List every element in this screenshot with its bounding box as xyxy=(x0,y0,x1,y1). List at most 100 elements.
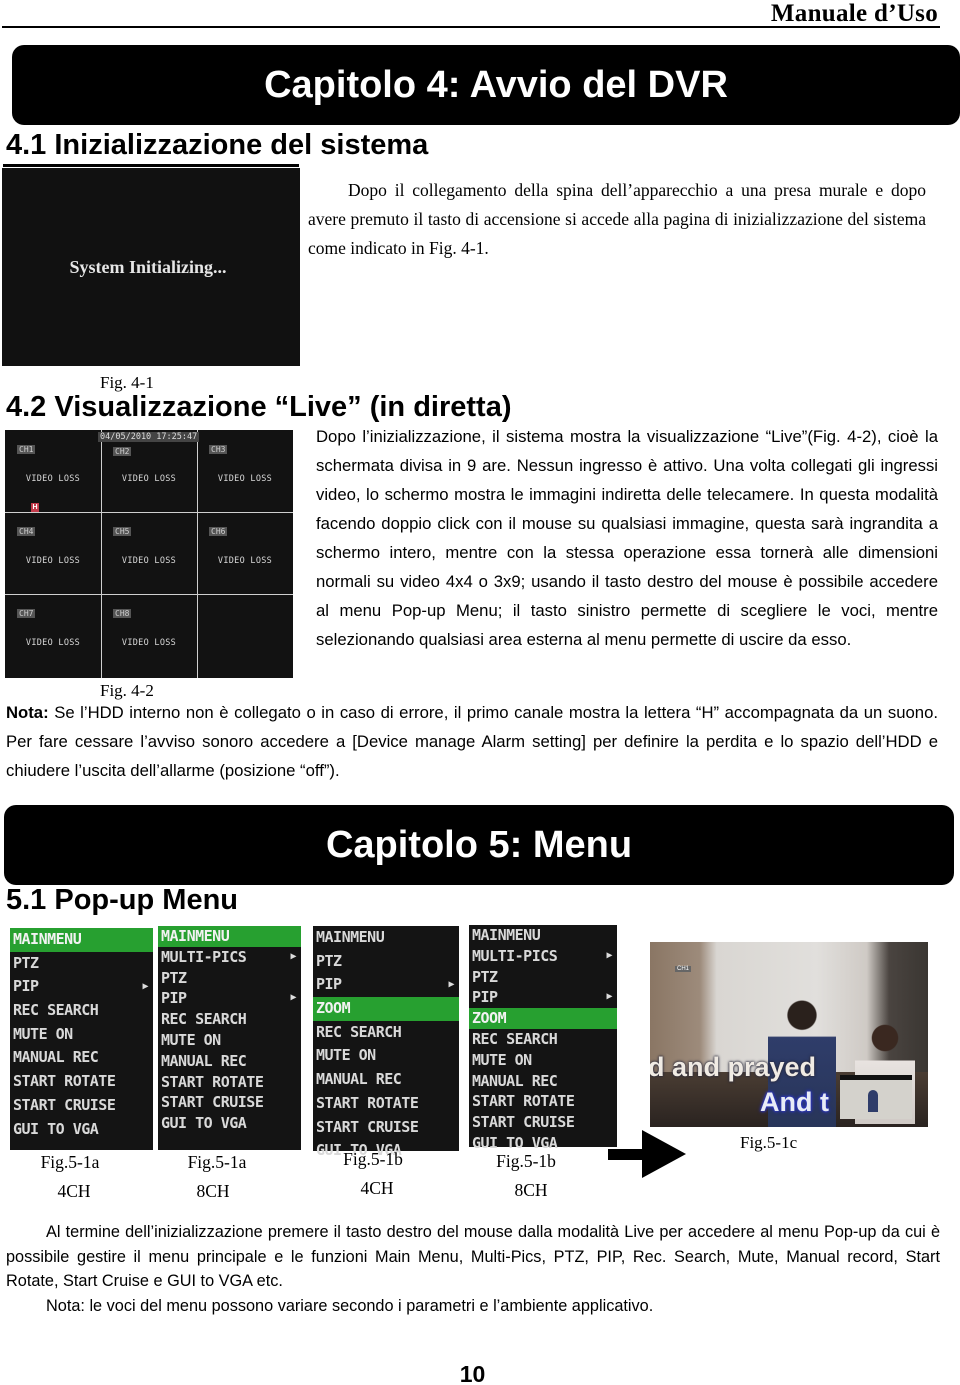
menu-item-label: MULTI-PICS xyxy=(161,947,247,966)
zoom-preview-window xyxy=(840,1075,912,1119)
channel-label: CH2 xyxy=(113,447,132,456)
menu-item[interactable]: START CRUISE xyxy=(313,1116,459,1140)
menu-item[interactable]: START CRUISE xyxy=(469,1112,617,1133)
menu-item-label: MANUAL REC xyxy=(316,1070,402,1089)
menu-item[interactable]: START ROTATE xyxy=(158,1072,301,1093)
menu-item[interactable]: PIP ▶ xyxy=(469,987,617,1008)
menu-item-label: REC SEARCH xyxy=(13,1001,99,1020)
menu-item[interactable]: START ROTATE xyxy=(10,1070,153,1094)
menu-item[interactable]: PTZ xyxy=(313,950,459,974)
right-arrow-icon xyxy=(608,1130,686,1178)
menu-item[interactable]: PTZ xyxy=(158,968,301,989)
menu-item[interactable]: GUI TO VGA xyxy=(158,1113,301,1134)
menu-item-label: START CRUISE xyxy=(472,1113,575,1132)
note-label: Nota: xyxy=(6,703,49,722)
menu-item-label: PIP xyxy=(472,988,498,1007)
figure-caption: Fig.5-1b xyxy=(496,1151,556,1171)
menu-item-label: ZOOM xyxy=(316,999,351,1018)
video-subtitle: d and prayed xyxy=(650,1052,817,1082)
menu-item[interactable]: ZOOM xyxy=(313,997,459,1021)
menu-item[interactable]: PIP ▶ xyxy=(313,973,459,997)
menu-item-label: PIP xyxy=(13,977,39,996)
menu-item-label: START ROTATE xyxy=(472,1092,575,1111)
menu-item[interactable]: PIP ▶ xyxy=(10,975,153,999)
menu-item[interactable]: MUTE ON xyxy=(469,1050,617,1071)
menu-item-label: PIP xyxy=(316,975,342,994)
menu-item[interactable]: MUTE ON xyxy=(10,1023,153,1047)
menu-item[interactable]: MULTI-PICS ▶ xyxy=(158,947,301,968)
menu-item[interactable]: MAINMENU xyxy=(158,926,301,947)
menu-item-label: START CRUISE xyxy=(13,1095,116,1114)
section-4-1-paragraph: Dopo il collegamento della spina dell’ap… xyxy=(308,180,926,258)
menu-item[interactable]: GUI TO VGA xyxy=(10,1118,153,1142)
menu-item-label: START ROTATE xyxy=(161,1072,264,1091)
channel-count-caption: 8CH xyxy=(196,1181,230,1201)
menu-item[interactable]: REC SEARCH xyxy=(158,1009,301,1030)
menu-item[interactable]: MANUAL REC xyxy=(469,1071,617,1092)
menu-item[interactable]: MANUAL REC xyxy=(10,1046,153,1070)
channel-label: CH8 xyxy=(113,609,132,618)
menu-item[interactable]: PIP ▶ xyxy=(158,988,301,1009)
channel-cell[interactable]: CH8 VIDEO LOSS xyxy=(101,594,197,676)
channel-cell[interactable]: CH3 VIDEO LOSS xyxy=(197,430,293,512)
menu-item[interactable]: MANUAL REC xyxy=(313,1068,459,1092)
channel-label: CH5 xyxy=(113,527,132,536)
popup-menu-description: Al termine dell’inizializzazione premere… xyxy=(6,1223,940,1290)
channel-tag: CH1 xyxy=(675,966,692,972)
channel-label: CH1 xyxy=(17,445,36,454)
system-initializing-text: System Initializing... xyxy=(69,256,227,277)
video-loss-status: VIDEO LOSS xyxy=(217,556,273,566)
menu-item-label: PTZ xyxy=(13,953,39,972)
channel-label: CH3 xyxy=(209,445,228,454)
chapter-5-banner: Capitolo 5: Menu xyxy=(4,805,954,885)
menu-item[interactable]: START CRUISE xyxy=(10,1094,153,1118)
menu-item[interactable]: REC SEARCH xyxy=(10,999,153,1023)
menu-item[interactable]: MAINMENU xyxy=(313,926,459,950)
menu-item[interactable]: MUTE ON xyxy=(158,1030,301,1051)
menu-item-label: PTZ xyxy=(161,968,187,987)
channel-cell[interactable]: CH5 VIDEO LOSS xyxy=(101,512,197,594)
empty-channel-cell[interactable] xyxy=(197,594,293,676)
channel-cell[interactable]: CH4 VIDEO LOSS xyxy=(5,512,101,594)
menu-item-label: REC SEARCH xyxy=(316,1022,402,1041)
menu-item[interactable]: PTZ xyxy=(469,967,617,988)
menu-item-label: MAINMENU xyxy=(13,930,82,948)
submenu-arrow-icon: ▶ xyxy=(606,991,612,1003)
menu-item[interactable]: REC SEARCH xyxy=(469,1029,617,1050)
menu-item-label: REC SEARCH xyxy=(472,1029,558,1048)
menu-item[interactable]: START ROTATE xyxy=(313,1092,459,1116)
channel-count-caption: 4CH xyxy=(57,1181,91,1201)
channel-cell[interactable]: CH2 VIDEO LOSS xyxy=(101,430,197,512)
menu-item-label: GUI TO VGA xyxy=(161,1114,247,1133)
video-loss-status: VIDEO LOSS xyxy=(217,474,273,484)
menu-item[interactable]: MUTE ON xyxy=(313,1044,459,1068)
menu-item[interactable]: MAINMENU xyxy=(10,928,153,952)
channel-cell[interactable]: CH7 VIDEO LOSS xyxy=(5,594,101,676)
menu-item[interactable]: START CRUISE xyxy=(158,1092,301,1113)
video-loss-status: VIDEO LOSS xyxy=(121,638,177,648)
menu-item-label: PIP xyxy=(161,989,187,1008)
menu-item-label: MAINMENU xyxy=(316,928,385,946)
menu-item-label: MUTE ON xyxy=(472,1050,532,1069)
menu-item-label: MUTE ON xyxy=(13,1024,73,1043)
channel-label: CH7 xyxy=(17,609,36,618)
video-loss-status: VIDEO LOSS xyxy=(121,556,177,566)
channel-count-caption: 8CH xyxy=(514,1180,548,1200)
menu-item-label: MANUAL REC xyxy=(13,1048,99,1067)
menu-item[interactable]: ZOOM xyxy=(469,1008,617,1029)
figure-4-1-caption: Fig. 4-1 xyxy=(100,373,154,392)
popup-menu-4ch-a: MAINMENU PTZ PIP ▶ REC SEARCH MUTE ON MANUAL R… xyxy=(10,928,153,1150)
running-header: Manuale d’Uso xyxy=(770,0,938,27)
menu-item[interactable]: MAINMENU xyxy=(469,925,617,946)
popup-menu-8ch-a: MAINMENU MULTI-PICS ▶ PTZ PIP ▶ REC SEARCH MUTE… xyxy=(158,926,301,1150)
menu-item[interactable]: PTZ xyxy=(10,952,153,976)
section-4-2-paragraph: Dopo l’inizializzazione, il sistema most… xyxy=(316,427,938,649)
figure-caption: Fig.5-1a xyxy=(40,1152,100,1172)
channel-cell[interactable]: CH6 VIDEO LOSS xyxy=(197,512,293,594)
menu-item[interactable]: START ROTATE xyxy=(469,1091,617,1112)
menu-variation-note: Nota: le voci del menu possono variare s… xyxy=(46,1296,654,1315)
channel-cell[interactable]: CH1 VIDEO LOSS H xyxy=(5,430,101,512)
menu-item[interactable]: MANUAL REC xyxy=(158,1051,301,1072)
menu-item[interactable]: MULTI-PICS ▶ xyxy=(469,946,617,967)
menu-item[interactable]: REC SEARCH xyxy=(313,1021,459,1045)
